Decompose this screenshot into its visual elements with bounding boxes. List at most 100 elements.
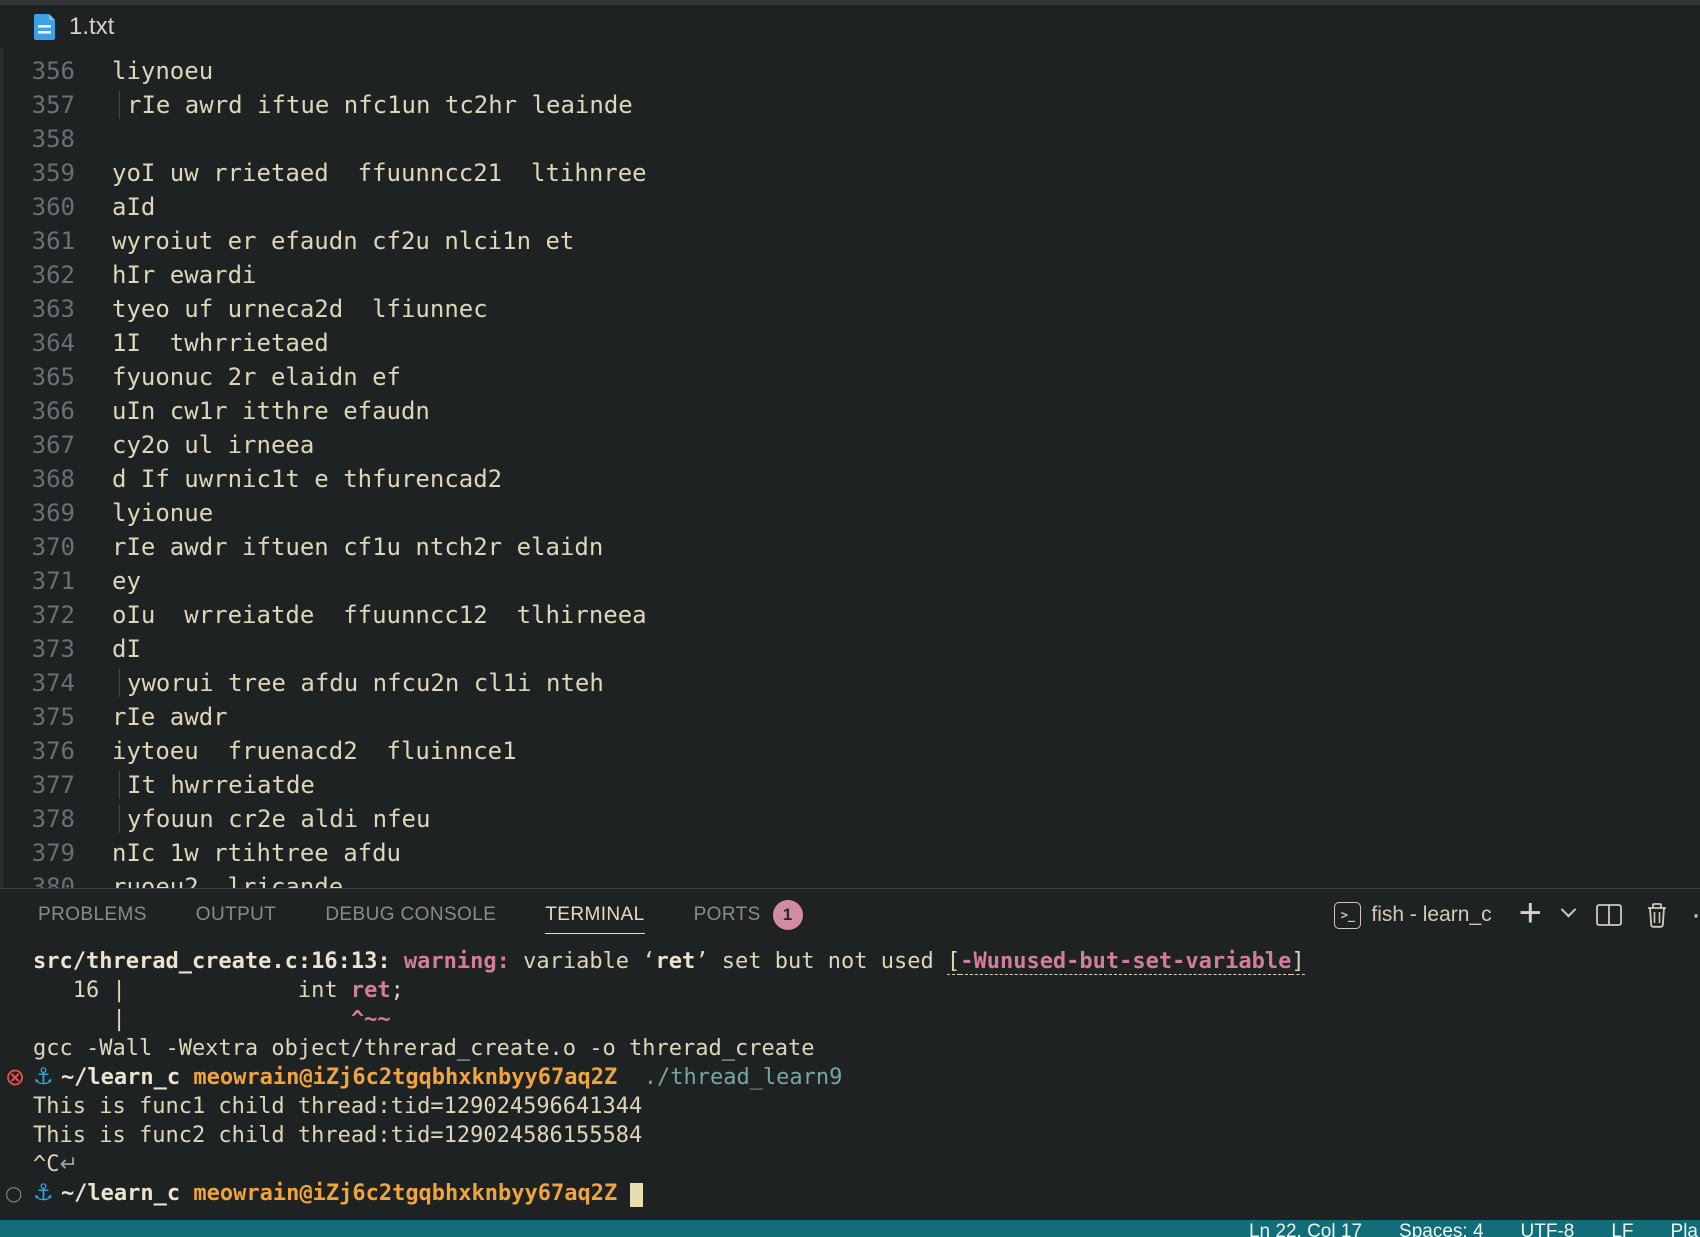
code-text: wyroiut er efaudn cf2u nlci1n et <box>112 224 574 258</box>
panel-tab-label: TERMINAL <box>545 904 644 926</box>
code-text: It hwrreiatde <box>112 768 315 802</box>
line-number: 358 <box>0 122 75 156</box>
status-item[interactable]: Pla <box>1671 1221 1698 1237</box>
editor-pane[interactable]: 356liynoeu357rIe awrd iftue nfc1un tc2hr… <box>0 48 1700 888</box>
status-bar: Ln 22, Col 17 Spaces: 4 UTF-8 LF Pla <box>0 1220 1700 1237</box>
code-text: ey <box>112 564 141 598</box>
code-text: iytoeu fruenacd2 fluinnce1 <box>112 734 517 768</box>
line-number: 368 <box>0 462 75 496</box>
error-decoration-icon[interactable]: ⊗ <box>0 1063 33 1092</box>
line-number: 371 <box>0 564 75 598</box>
code-text: d If uwrnic1t e thfurencad2 <box>112 462 502 496</box>
chevron-down-icon[interactable] <box>1561 901 1577 917</box>
line-number: 379 <box>0 836 75 870</box>
terminal-output[interactable]: src/threrad_create.c:16:13: warning: var… <box>0 941 1700 1208</box>
split-terminal-icon[interactable] <box>1595 902 1623 928</box>
decoration-gutter <box>0 947 33 976</box>
editor-line[interactable]: 372oIu wrreiatde ffuunncc12 tlhirneea <box>0 598 1700 632</box>
code-text: rIe awrd iftue nfc1un tc2hr leainde <box>112 88 633 122</box>
line-number: 369 <box>0 496 75 530</box>
editor-line[interactable]: 375rIe awdr <box>0 700 1700 734</box>
bottom-panel: PROBLEMS OUTPUT DEBUG CONSOLE TERMINAL PORTS… <box>0 888 1700 1220</box>
terminal-line: This is func2 child thread:tid=129024586… <box>0 1121 1700 1150</box>
panel-tab-debug-console[interactable]: DEBUG CONSOLE <box>325 889 496 941</box>
panel-tab-terminal[interactable]: TERMINAL <box>545 889 644 941</box>
line-number: 378 <box>0 802 75 836</box>
status-item[interactable]: Ln 22, Col 17 <box>1249 1221 1362 1237</box>
editor-line[interactable]: 359 yoI uw rrietaed ffuunncc21 ltihnree <box>0 156 1700 190</box>
terminal-instance-label[interactable]: >_ fish - learn_c <box>1334 902 1491 929</box>
line-number: 363 <box>0 292 75 326</box>
line-number: 377 <box>0 768 75 802</box>
line-number: 374 <box>0 666 75 700</box>
terminal-text: This is func2 child thread:tid=129024586… <box>33 1121 642 1150</box>
status-item[interactable]: Spaces: 4 <box>1399 1221 1484 1237</box>
editor-line[interactable]: 373dI <box>0 632 1700 666</box>
terminal-line: ○⚓ ~/learn_c meowrain@iZj6c2tgqbhxknbyy6… <box>0 1179 1700 1208</box>
code-text: fyuonuc 2r elaidn ef <box>112 360 401 394</box>
code-text: ruoeu2 lricande <box>112 870 343 888</box>
panel-tab-output[interactable]: OUTPUT <box>196 889 277 941</box>
panel-tab-label: DEBUG CONSOLE <box>325 904 496 926</box>
editor-line[interactable]: 361wyroiut er efaudn cf2u nlci1n et <box>0 224 1700 258</box>
code-text: nIc 1w rtihtree afdu <box>112 836 401 870</box>
editor-line[interactable]: 363tyeo uf urneca2d lfiunnec <box>0 292 1700 326</box>
code-text: 1I twhrrietaed <box>112 326 329 360</box>
terminal-text: This is func1 child thread:tid=129024596… <box>33 1092 642 1121</box>
editor-line[interactable]: 368 d If uwrnic1t e thfurencad2 <box>0 462 1700 496</box>
code-text: yoI uw rrietaed ffuunncc21 ltihnree <box>112 156 647 190</box>
editor-line[interactable]: 356liynoeu <box>0 54 1700 88</box>
decoration-gutter <box>0 1150 33 1179</box>
decoration-gutter <box>0 976 33 1005</box>
editor-line[interactable]: 374yworui tree afdu nfcu2n cl1i nteh <box>0 666 1700 700</box>
editor-line[interactable]: 380ruoeu2 lricande <box>0 870 1700 888</box>
code-text: lyionue <box>112 496 213 530</box>
code-text: liynoeu <box>112 54 213 88</box>
code-text: uIn cw1r itthre efaudn <box>112 394 430 428</box>
pending-decoration-icon[interactable]: ○ <box>0 1179 33 1208</box>
editor-line[interactable]: 377 It hwrreiatde <box>0 768 1700 802</box>
status-item[interactable]: UTF-8 <box>1521 1221 1575 1237</box>
editor-line[interactable]: 369 lyionue <box>0 496 1700 530</box>
code-text: cy2o ul irneea <box>112 428 314 462</box>
terminal-line: 16 | int ret; <box>0 976 1700 1005</box>
terminal-text: ⚓ ~/learn_c meowrain@iZj6c2tgqbhxknbyy67… <box>33 1179 643 1208</box>
panel-tab-ports[interactable]: PORTS 1 <box>694 889 803 941</box>
terminal-line: ⊗⚓ ~/learn_c meowrain@iZj6c2tgqbhxknbyy6… <box>0 1063 1700 1092</box>
line-number: 366 <box>0 394 75 428</box>
editor-line[interactable]: 357rIe awrd iftue nfc1un tc2hr leainde <box>0 88 1700 122</box>
panel-tab-problems[interactable]: PROBLEMS <box>38 889 147 941</box>
more-actions-icon[interactable]: ··· <box>1691 905 1700 925</box>
panel-tab-label: PORTS <box>694 904 761 926</box>
panel-header: PROBLEMS OUTPUT DEBUG CONSOLE TERMINAL PORTS… <box>0 889 1700 941</box>
decoration-gutter <box>0 1092 33 1121</box>
editor-line[interactable]: 376iytoeu fruenacd2 fluinnce1 <box>0 734 1700 768</box>
new-terminal-icon[interactable]: + <box>1519 893 1542 933</box>
editor-line[interactable]: 367 cy2o ul irneea <box>0 428 1700 462</box>
editor-lines: 356liynoeu357rIe awrd iftue nfc1un tc2hr… <box>0 54 1700 888</box>
editor-line[interactable]: 365 fyuonuc 2r elaidn ef <box>0 360 1700 394</box>
editor-line[interactable]: 362hIr ewardi <box>0 258 1700 292</box>
status-item[interactable]: LF <box>1611 1221 1633 1237</box>
terminal-text: src/threrad_create.c:16:13: warning: var… <box>33 947 1305 976</box>
ports-count-badge: 1 <box>773 900 803 930</box>
terminal-line: gcc -Wall -Wextra object/threrad_create.… <box>0 1034 1700 1063</box>
line-number: 359 <box>0 156 75 190</box>
editor-line[interactable]: 371 ey <box>0 564 1700 598</box>
editor-line[interactable]: 358 <box>0 122 1700 156</box>
text-file-icon <box>33 13 57 41</box>
line-number: 367 <box>0 428 75 462</box>
code-text: hIr ewardi <box>112 258 257 292</box>
line-number: 364 <box>0 326 75 360</box>
tab-1txt[interactable]: 1.txt <box>0 5 140 48</box>
editor-line[interactable]: 370rIe awdr iftuen cf1u ntch2r elaidn <box>0 530 1700 564</box>
editor-line[interactable]: 366 uIn cw1r itthre efaudn <box>0 394 1700 428</box>
editor-line[interactable]: 360aId <box>0 190 1700 224</box>
editor-line[interactable]: 364 1I twhrrietaed <box>0 326 1700 360</box>
kill-terminal-trash-icon[interactable] <box>1644 901 1670 929</box>
line-number: 365 <box>0 360 75 394</box>
editor-line[interactable]: 379 nIc 1w rtihtree afdu <box>0 836 1700 870</box>
editor-line[interactable]: 378yfouun cr2e aldi nfeu <box>0 802 1700 836</box>
terminal-instance-name: fish - learn_c <box>1371 903 1491 927</box>
editor-tab-bar: 1.txt <box>0 5 1700 48</box>
